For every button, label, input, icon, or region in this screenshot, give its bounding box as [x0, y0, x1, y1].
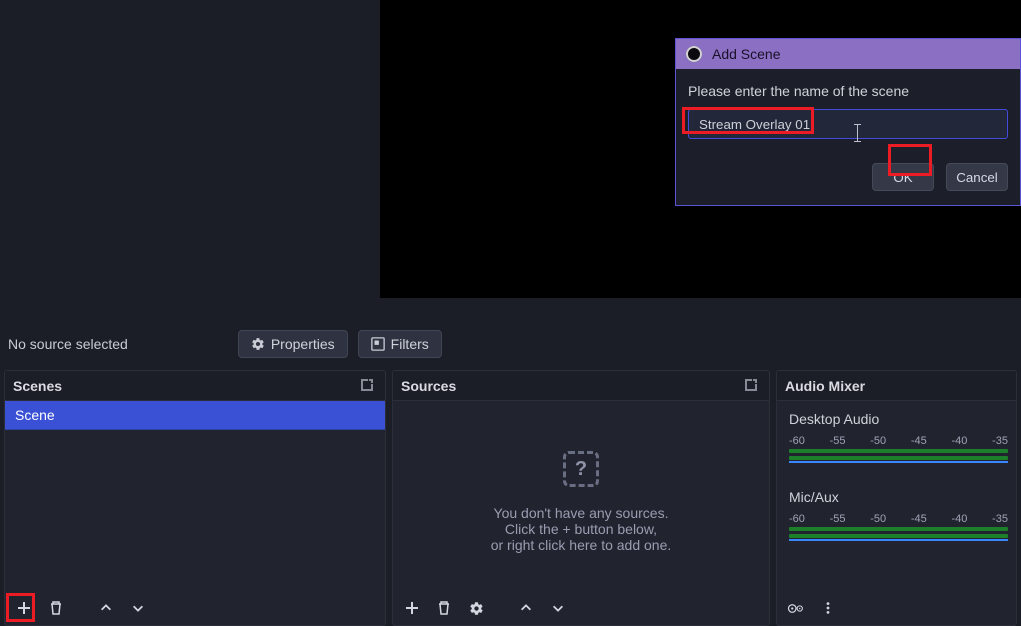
sources-empty-line3: or right click here to add one.	[393, 537, 769, 553]
mixer-ticks: -60 -55 -50 -45 -40 -35	[789, 435, 1008, 447]
question-icon: ?	[563, 451, 599, 487]
obs-icon	[686, 46, 702, 62]
mixer-menu-button[interactable]	[815, 595, 841, 621]
kebab-icon	[821, 601, 835, 615]
sources-title: Sources	[401, 378, 743, 394]
audio-mixer-panel: Audio Mixer Desktop Audio -60 -55 -50 -4…	[776, 370, 1017, 626]
mixer-channel: Mic/Aux -60 -55 -50 -45 -40 -35	[789, 489, 1008, 539]
source-toolbar: No source selected Properties Filters	[0, 322, 1021, 366]
move-scene-down-button[interactable]	[125, 595, 151, 621]
trash-icon	[48, 600, 64, 616]
add-scene-button[interactable]	[11, 595, 37, 621]
filters-icon	[371, 337, 385, 351]
plus-icon	[16, 600, 32, 616]
text-cursor	[854, 124, 861, 125]
popout-icon[interactable]	[359, 377, 377, 395]
dialog-prompt: Please enter the name of the scene	[688, 83, 1008, 99]
properties-label: Properties	[271, 336, 335, 352]
status-text: No source selected	[8, 336, 128, 352]
move-source-up-button[interactable]	[513, 595, 539, 621]
scene-name-input[interactable]	[688, 109, 1008, 139]
move-source-down-button[interactable]	[545, 595, 571, 621]
remove-scene-button[interactable]	[43, 595, 69, 621]
mixer-settings-button[interactable]	[783, 595, 809, 621]
chevron-up-icon	[99, 601, 113, 615]
dialog-titlebar[interactable]: Add Scene	[676, 39, 1020, 69]
mixer-channel: Desktop Audio -60 -55 -50 -45 -40 -35	[789, 411, 1008, 461]
sources-panel: Sources ? You don't have any sources. Cl…	[392, 370, 770, 626]
filters-button[interactable]: Filters	[358, 330, 442, 358]
sources-empty-line1: You don't have any sources.	[393, 505, 769, 521]
add-source-button[interactable]	[399, 595, 425, 621]
volume-meter	[789, 527, 1008, 539]
trash-icon	[436, 600, 452, 616]
ok-button[interactable]: OK	[872, 163, 934, 191]
properties-button[interactable]: Properties	[238, 330, 348, 358]
remove-source-button[interactable]	[431, 595, 457, 621]
popout-icon[interactable]	[743, 377, 761, 395]
add-scene-dialog: Add Scene Please enter the name of the s…	[675, 38, 1021, 206]
volume-meter	[789, 449, 1008, 461]
gear-icon	[251, 337, 265, 351]
mixer-channel-name: Desktop Audio	[789, 411, 1008, 427]
filters-label: Filters	[391, 336, 429, 352]
scenes-title: Scenes	[13, 378, 359, 394]
chevron-up-icon	[519, 601, 533, 615]
chevron-down-icon	[551, 601, 565, 615]
gear-icon	[469, 601, 484, 616]
sources-empty-line2: Click the + button below,	[393, 521, 769, 537]
move-scene-up-button[interactable]	[93, 595, 119, 621]
mixer-title: Audio Mixer	[785, 378, 1008, 394]
cancel-button[interactable]: Cancel	[946, 163, 1008, 191]
text-cursor	[857, 125, 858, 141]
dialog-title-text: Add Scene	[712, 46, 781, 62]
mixer-ticks: -60 -55 -50 -45 -40 -35	[789, 513, 1008, 525]
plus-icon	[404, 600, 420, 616]
chevron-down-icon	[131, 601, 145, 615]
scene-item[interactable]: Scene	[5, 401, 385, 430]
source-properties-button[interactable]	[463, 595, 489, 621]
text-cursor	[854, 141, 861, 142]
mixer-channel-name: Mic/Aux	[789, 489, 1008, 505]
scenes-panel: Scenes Scene	[4, 370, 386, 626]
gears-icon	[787, 601, 805, 616]
sources-body[interactable]: ? You don't have any sources. Click the …	[393, 401, 769, 591]
